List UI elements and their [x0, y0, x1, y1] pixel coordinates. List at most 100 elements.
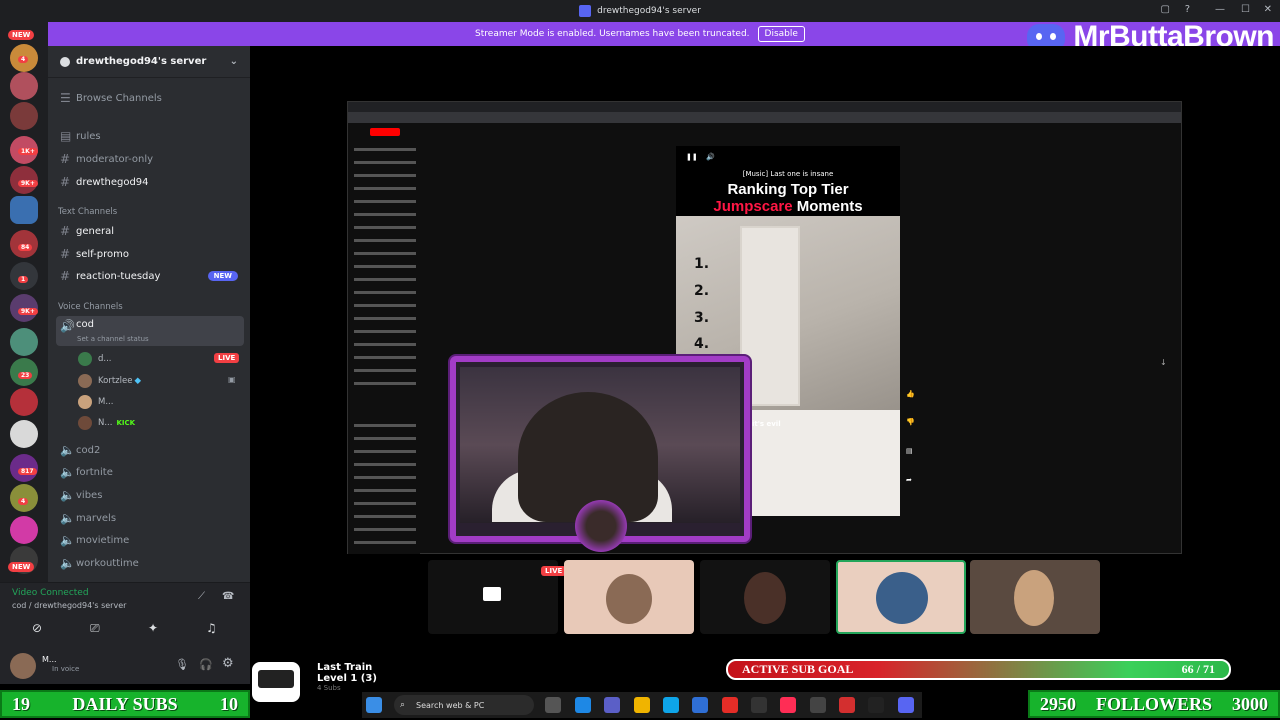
- task-view-icon[interactable]: [545, 697, 561, 713]
- channel-label: workouttime: [76, 557, 139, 569]
- voice-channel[interactable]: 🔈 workouttime: [56, 553, 244, 573]
- browse-channels-label: Browse Channels: [76, 92, 162, 104]
- voice-location[interactable]: cod / drewthegod94's server: [12, 601, 126, 610]
- youtube-explore-items: [354, 424, 416, 544]
- server-icon[interactable]: [10, 72, 38, 100]
- voice-channel[interactable]: 🔈 movietime: [56, 530, 244, 550]
- track-level: Level 1 (3): [317, 673, 377, 684]
- channel-label: reaction-tuesday: [76, 270, 161, 282]
- microphone-icon[interactable]: 🎙: [175, 658, 189, 671]
- hash-icon: #: [60, 247, 71, 261]
- disconnect-icon[interactable]: ☎: [222, 591, 234, 602]
- signal-icon[interactable]: ⟋: [198, 591, 205, 602]
- disable-streamer-mode-button[interactable]: Disable: [757, 26, 805, 42]
- participant-tile-speaking[interactable]: [836, 560, 966, 634]
- voice-user[interactable]: N... KICK: [78, 414, 135, 432]
- maximize-button[interactable]: ☐: [1241, 4, 1250, 15]
- voice-channel[interactable]: 🔈 vibes: [56, 485, 244, 505]
- inbox-icon[interactable]: ▢: [1161, 4, 1170, 15]
- teams-icon[interactable]: [604, 697, 620, 713]
- voice-channel[interactable]: 🔈 cod2: [56, 440, 244, 460]
- obs-icon[interactable]: [810, 697, 826, 713]
- kick-tag: KICK: [116, 419, 136, 427]
- share-icon[interactable]: ➦: [906, 476, 912, 484]
- channel-drewthegod94[interactable]: # drewthegod94: [56, 172, 244, 192]
- hash-icon: #: [60, 269, 71, 283]
- channel-general[interactable]: # general: [56, 221, 244, 241]
- file-explorer-icon[interactable]: [634, 697, 650, 713]
- avatar[interactable]: [10, 653, 36, 679]
- category-voice-channels[interactable]: Voice Channels: [58, 302, 123, 312]
- voice-status: Video Connected: [12, 588, 89, 598]
- pause-icon[interactable]: ❚❚: [686, 153, 698, 161]
- copilot-icon[interactable]: [575, 697, 591, 713]
- voice-user[interactable]: M...: [78, 393, 113, 411]
- activity-icon[interactable]: ✦: [148, 621, 158, 635]
- category-text-channels[interactable]: Text Channels: [58, 207, 117, 217]
- participant-tile[interactable]: [970, 560, 1100, 634]
- window-title: drewthegod94's server: [597, 6, 701, 16]
- headphones-icon[interactable]: 🎧: [199, 658, 213, 671]
- participant-tile[interactable]: [428, 560, 558, 634]
- comment-icon[interactable]: ▤: [906, 447, 913, 455]
- channel-label: marvels: [76, 512, 117, 524]
- dislike-icon[interactable]: 👎: [906, 418, 915, 426]
- edge-icon[interactable]: [663, 697, 679, 713]
- browse-channels[interactable]: ☰ Browse Channels: [56, 88, 244, 108]
- channel-rules[interactable]: ▤ rules: [56, 126, 244, 146]
- settings-gear-icon[interactable]: ⚙: [222, 656, 234, 671]
- store-icon[interactable]: [692, 697, 708, 713]
- voice-channel[interactable]: 🔈 fortnite: [56, 462, 244, 482]
- camera-off-icon[interactable]: ⊘: [32, 621, 42, 635]
- server-icon[interactable]: [10, 420, 38, 448]
- rank-number: 2.: [694, 283, 710, 299]
- chevron-down-icon: ⌄: [229, 56, 238, 67]
- volume-icon[interactable]: 🔊: [706, 153, 715, 161]
- voice-user-name: Kortzlee: [98, 376, 133, 386]
- channel-label: movietime: [76, 534, 130, 546]
- terminal-icon[interactable]: [751, 697, 767, 713]
- channel-moderator-only[interactable]: # moderator-only: [56, 149, 244, 169]
- taskbar-search[interactable]: ⌕ Search web & PC: [394, 695, 534, 715]
- server-icon[interactable]: [10, 388, 38, 416]
- daily-subs-bar: 19 DAILY SUBS 10: [0, 690, 250, 718]
- discord-taskbar-icon[interactable]: [898, 697, 914, 713]
- soundboard-icon[interactable]: ♫: [206, 621, 217, 635]
- channel-status[interactable]: Set a channel status: [77, 335, 149, 343]
- participant-tile[interactable]: [564, 560, 694, 634]
- help-icon[interactable]: ?: [1185, 4, 1190, 15]
- minimize-button[interactable]: —: [1215, 4, 1225, 15]
- rank-number: 4.: [694, 336, 710, 352]
- app-icon[interactable]: [868, 697, 884, 713]
- voice-channel[interactable]: 🔈 marvels: [56, 508, 244, 528]
- search-icon: ⌕: [400, 700, 406, 710]
- participant-tile[interactable]: [700, 560, 830, 634]
- server-icon[interactable]: [10, 328, 38, 356]
- voice-connection-panel: Video Connected cod / drewthegod94's ser…: [0, 582, 250, 648]
- participant-avatar: [606, 574, 652, 624]
- voice-user[interactable]: Kortzlee ◆: [78, 372, 141, 390]
- channel-self-promo[interactable]: # self-promo: [56, 244, 244, 264]
- server-header[interactable]: drewthegod94's server ⌄: [48, 46, 250, 78]
- app-icon[interactable]: [839, 697, 855, 713]
- voice-user[interactable]: d...: [78, 350, 112, 368]
- close-button[interactable]: ✕: [1264, 4, 1272, 15]
- speaker-icon: 🔈: [60, 556, 75, 570]
- channel-reaction-tuesday[interactable]: # reaction-tuesday NEW: [56, 266, 244, 286]
- channel-label: vibes: [76, 489, 103, 501]
- server-icon[interactable]: [10, 102, 38, 130]
- tiktok-icon[interactable]: [780, 697, 796, 713]
- followers-current: 2950: [1040, 693, 1076, 714]
- channel-label: drewthegod94: [76, 176, 149, 188]
- server-icon-selected[interactable]: [10, 196, 38, 224]
- channel-label: general: [76, 225, 115, 237]
- scroll-down-icon[interactable]: ↓: [1160, 358, 1167, 367]
- mention-badge: 84: [18, 244, 33, 251]
- youtube-icon[interactable]: [722, 697, 738, 713]
- channel-label: self-promo: [76, 248, 129, 260]
- start-menu-icon[interactable]: [366, 697, 382, 713]
- rules-icon: ▤: [60, 129, 72, 143]
- screen-share-icon[interactable]: ⎚: [90, 621, 100, 636]
- like-icon[interactable]: 👍: [906, 390, 915, 398]
- server-icon[interactable]: [10, 516, 38, 544]
